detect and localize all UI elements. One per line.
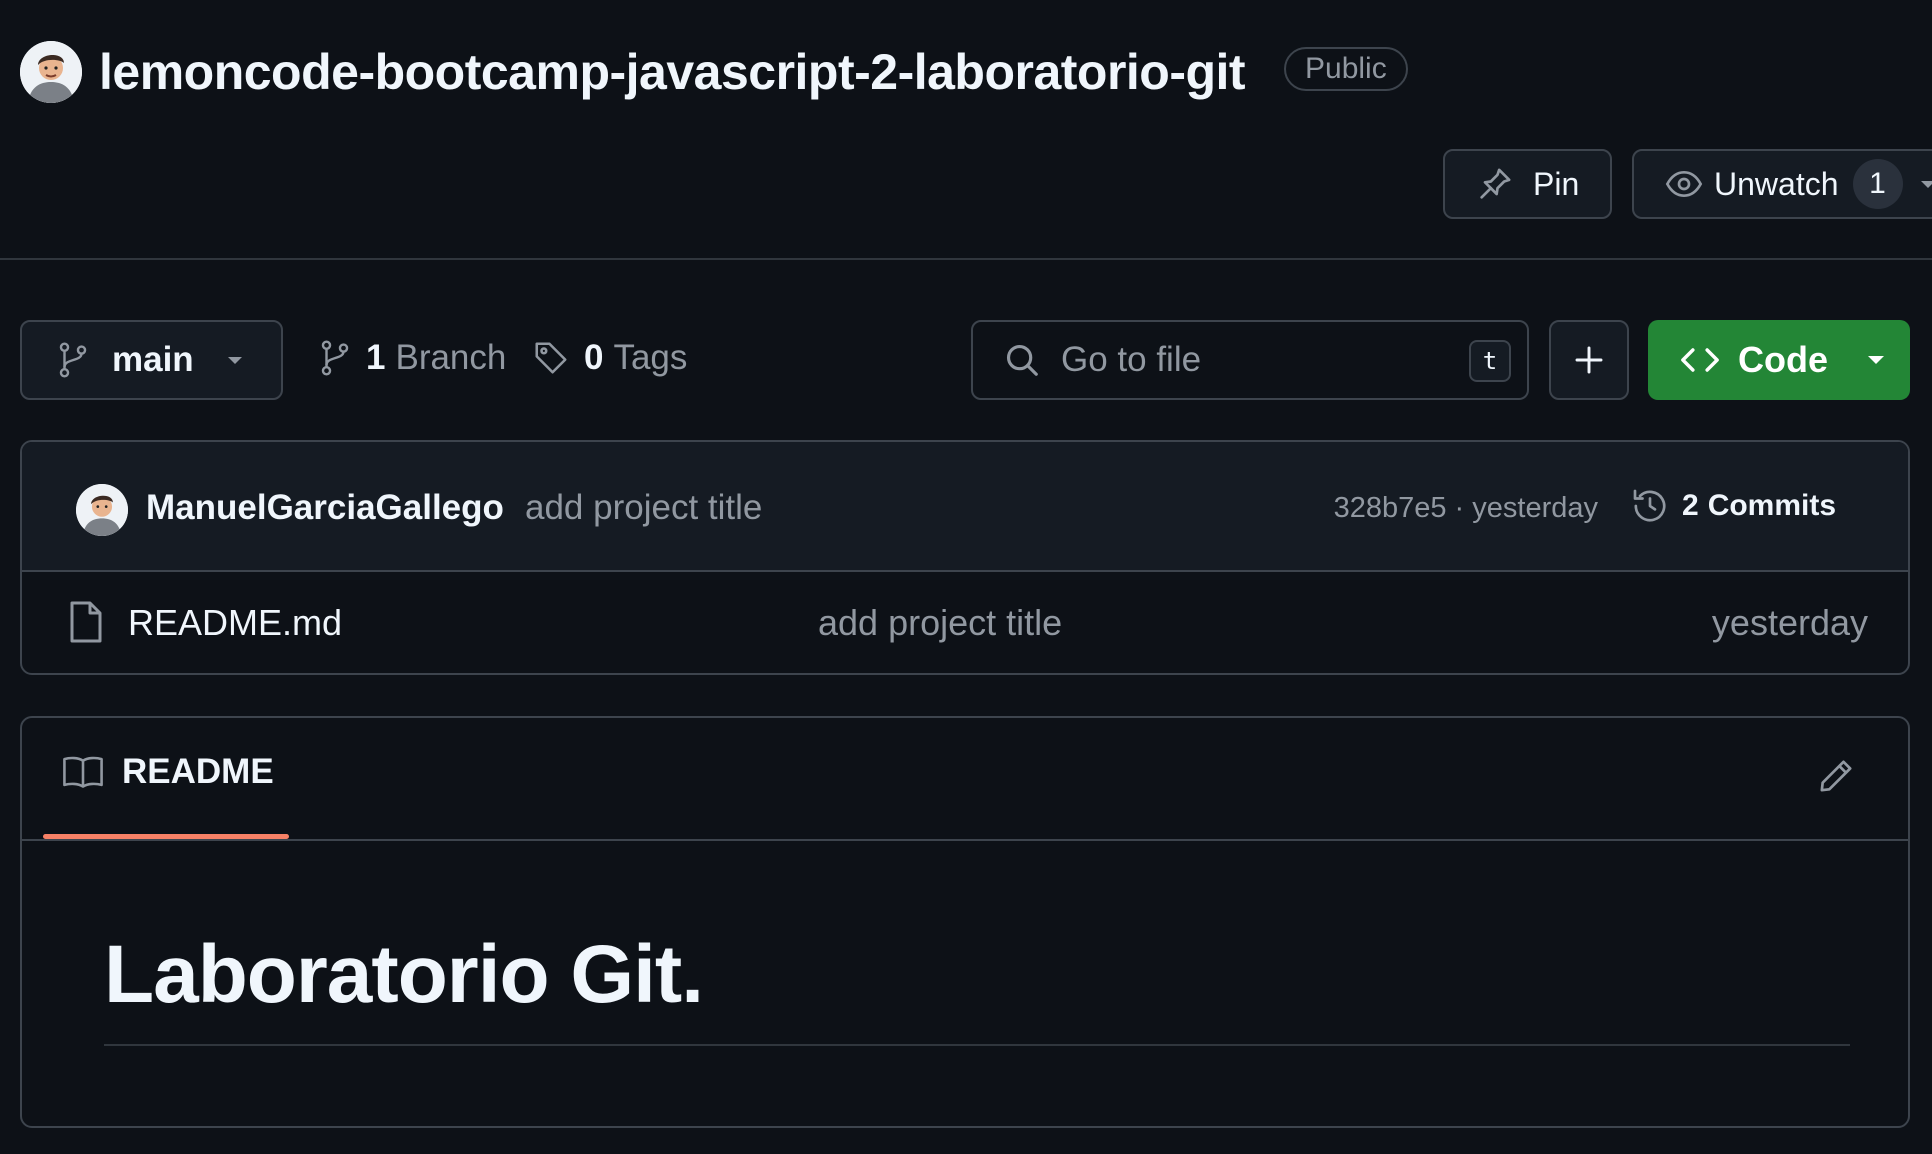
- tags-link[interactable]: 0 Tags: [532, 338, 687, 378]
- heading-rule: [104, 1044, 1850, 1046]
- tag-label: Tags: [613, 338, 688, 377]
- history-icon: [1630, 486, 1670, 526]
- git-branch-icon: [318, 339, 352, 377]
- unwatch-button[interactable]: Unwatch 1: [1632, 149, 1932, 219]
- file-date: yesterday: [1711, 602, 1868, 643]
- caret-down-icon: [1919, 178, 1932, 190]
- separator: ·: [1454, 492, 1465, 524]
- readme-panel: README Laboratorio Git.: [20, 716, 1910, 1128]
- pin-label: Pin: [1533, 165, 1580, 202]
- readme-header: README: [22, 718, 1908, 841]
- file-browser: ManuelGarciaGallego add project title 32…: [20, 440, 1910, 675]
- commits-link[interactable]: 2 Commits: [1630, 486, 1836, 526]
- header-divider: [0, 258, 1932, 260]
- file-icon: [66, 600, 106, 644]
- readme-heading: Laboratorio Git.: [104, 929, 704, 1020]
- caret-down-icon: [226, 354, 244, 366]
- commit-message[interactable]: add project title: [525, 488, 762, 528]
- plus-icon: [1573, 344, 1605, 376]
- pin-button[interactable]: Pin: [1443, 149, 1612, 219]
- search-icon: [1003, 341, 1041, 379]
- watch-count: 1: [1852, 159, 1903, 209]
- owner-avatar[interactable]: [20, 41, 82, 103]
- commits-label: Commits: [1707, 489, 1837, 522]
- branch-selector[interactable]: main: [20, 320, 283, 400]
- tag-icon: [532, 339, 570, 377]
- readme-tab-label: README: [122, 752, 274, 791]
- unwatch-label: Unwatch: [1714, 165, 1839, 202]
- search-placeholder: Go to file: [1061, 340, 1202, 379]
- code-label: Code: [1738, 339, 1828, 380]
- add-file-button[interactable]: [1549, 320, 1629, 400]
- code-icon: [1680, 345, 1720, 375]
- file-commit-message[interactable]: add project title: [818, 602, 1062, 644]
- shortcut-key: t: [1469, 340, 1511, 382]
- branch-label: Branch: [395, 338, 507, 377]
- commit-hash: 328b7e5: [1333, 492, 1447, 524]
- commit-time: yesterday: [1472, 492, 1598, 524]
- latest-commit-bar: ManuelGarciaGallego add project title 32…: [22, 442, 1908, 572]
- commits-count: 2: [1682, 489, 1699, 522]
- commit-hash-time[interactable]: 328b7e5 · yesterday: [1334, 492, 1598, 525]
- git-branch-icon: [56, 341, 90, 379]
- branch-count: 1: [366, 338, 386, 377]
- commit-author[interactable]: ManuelGarciaGallego: [146, 488, 504, 528]
- eye-icon: [1664, 164, 1704, 204]
- file-name[interactable]: README.md: [128, 602, 342, 644]
- branch-name: main: [112, 340, 194, 379]
- visibility-badge: Public: [1284, 47, 1408, 91]
- file-row: README.md add project title yesterday: [22, 572, 1908, 673]
- author-avatar[interactable]: [76, 484, 128, 536]
- code-button[interactable]: Code: [1648, 320, 1910, 400]
- pencil-icon[interactable]: [1816, 756, 1856, 796]
- active-tab-indicator: [43, 834, 289, 839]
- branches-link[interactable]: 1 Branch: [318, 338, 506, 378]
- tag-count: 0: [584, 338, 604, 377]
- book-icon: [62, 754, 104, 790]
- pin-icon: [1475, 164, 1515, 204]
- caret-down-icon: [1866, 354, 1886, 366]
- repo-title[interactable]: lemoncode-bootcamp-javascript-2-laborato…: [99, 40, 1246, 104]
- tab-readme[interactable]: README: [62, 752, 274, 792]
- go-to-file-search[interactable]: Go to file t: [971, 320, 1529, 400]
